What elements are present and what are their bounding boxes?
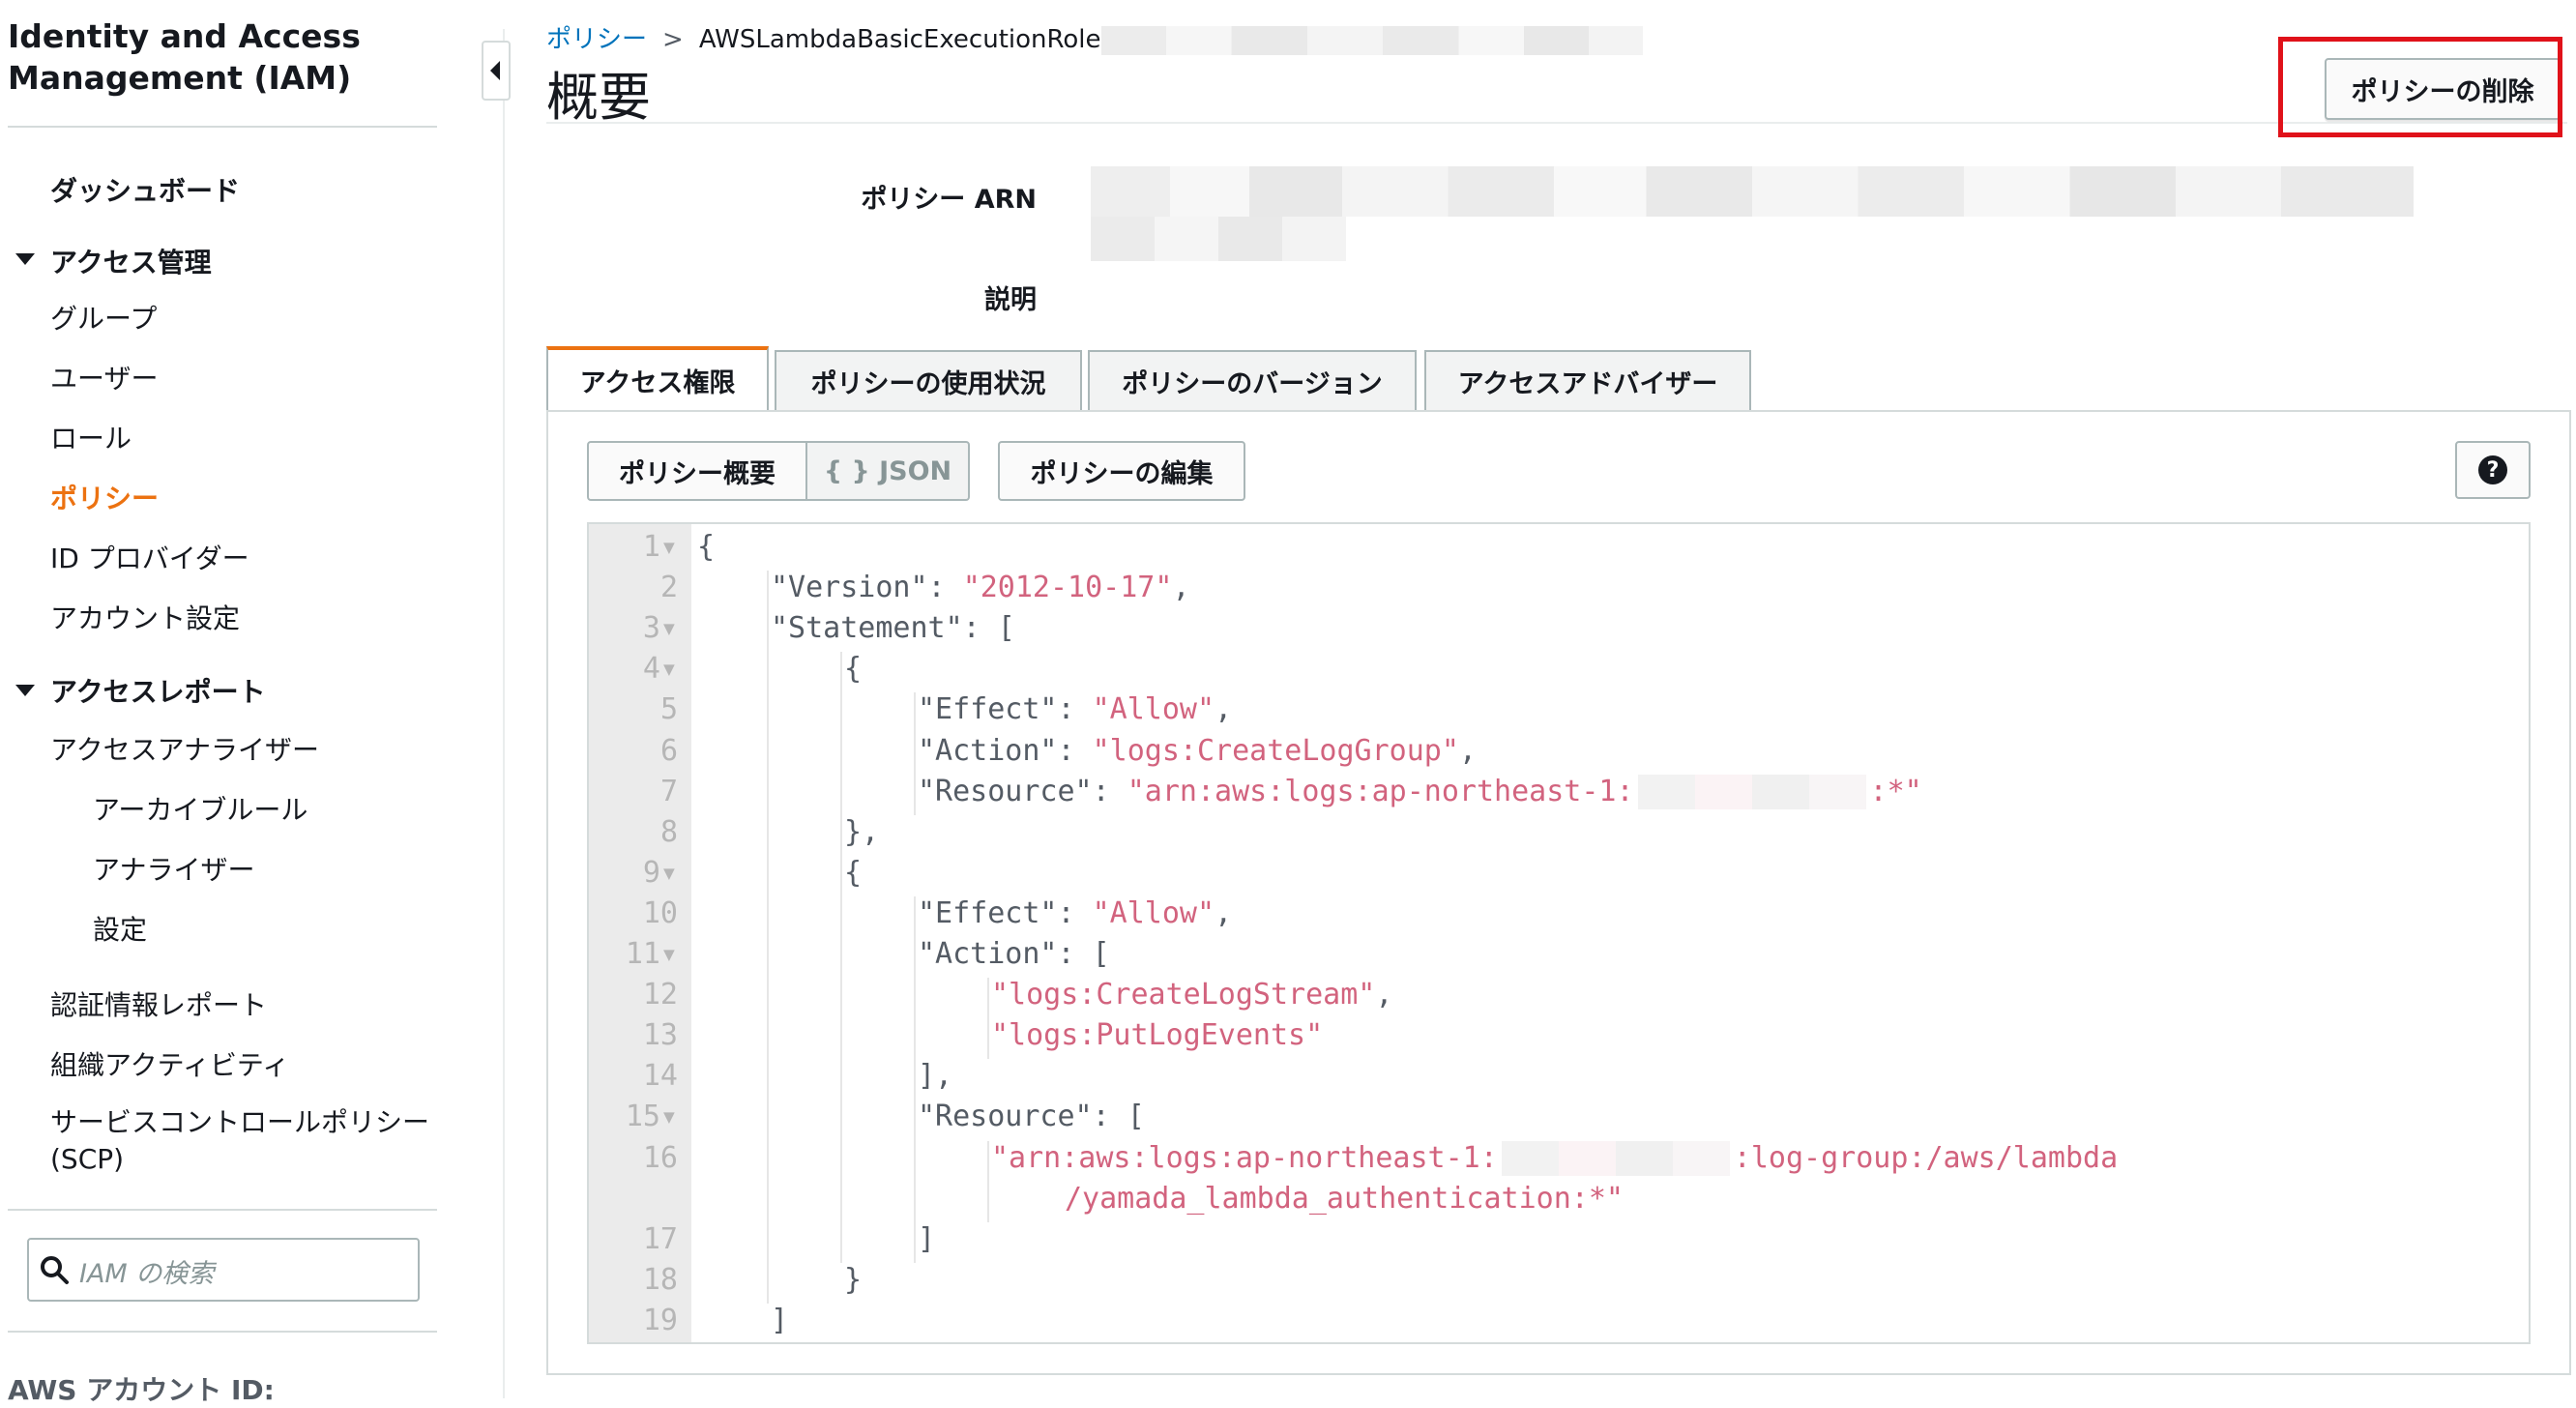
line-number: 13 [642,1018,678,1053]
line-number: 19 [642,1303,678,1337]
line-number: 10 [642,895,678,930]
indent-guide [767,571,769,1304]
policy-arn-label: ポリシー ARN [861,185,1037,215]
sidebar-item-dashboard[interactable]: ダッシュボード [50,170,240,209]
json-editor[interactable]: 1▾ 2 3▾ 4▾ 5 6 7 8 9▾ 10 11▾ 12 13 14 15▾ 16 1… [587,522,2531,1344]
policy-arn-value-redacted-line2 [1091,217,1346,261]
search-icon [41,1256,69,1284]
sidebar-title[interactable]: Identity and Access Management (IAM) [8,15,361,99]
sidebar-divider [8,1331,437,1333]
sidebar-item-credential-report[interactable]: 認証情報レポート [50,984,267,1023]
redacted-account-id [1501,1141,1730,1176]
indent-guide [987,978,989,1060]
code-line: "Effect": "Allow", [918,895,1233,930]
sidebar-item-archive-rules[interactable]: アーカイブルール [93,789,307,828]
sidebar: Identity and Access Management (IAM) ダッシ… [0,0,503,1406]
line-number: 6 [659,733,678,768]
policy-arn-value-redacted [1091,166,2414,217]
line-number: 11▾ [625,937,678,971]
sidebar-item-policies[interactable]: ポリシー [50,478,159,516]
code-line: { [844,855,863,890]
line-number: 3▾ [642,611,678,646]
search-placeholder: IAM の検索 [79,1259,215,1289]
code-line: "Action": [ [918,937,1110,971]
breadcrumb-current: AWSLambdaBasicExecutionRole [698,25,1101,54]
indent-guide [914,895,916,1263]
line-number: 8 [659,814,678,849]
sidebar-divider [8,1209,437,1211]
sidebar-item-users[interactable]: ユーザー [50,358,158,396]
line-number: 2 [659,571,678,605]
indent-guide [987,1140,989,1222]
caret-down-icon[interactable] [15,685,35,696]
code-line: "Version": "2012-10-17", [771,571,1190,605]
sidebar-item-settings[interactable]: 設定 [93,909,147,948]
code-line: }, [844,814,880,849]
sidebar-item-id-providers[interactable]: ID プロバイダー [50,538,249,576]
code-line: /yamada_lambda_authentication:*" [1065,1181,1624,1216]
tab-policy-versions[interactable]: ポリシーのバージョン [1088,350,1417,410]
code-line: ], [918,1059,953,1094]
indent-guide [914,692,916,815]
line-number: 18 [642,1262,678,1297]
line-number: 17 [642,1221,678,1256]
sidebar-item-analyzers[interactable]: アナライザー [93,849,254,888]
json-button[interactable]: { } JSON [805,441,970,501]
sidebar-section-access-reports[interactable]: アクセスレポート [50,671,266,710]
code-line: } [844,1262,863,1297]
edit-policy-button[interactable]: ポリシーの編集 [998,441,1245,501]
sidebar-divider [8,126,437,128]
caret-down-icon[interactable] [15,253,35,265]
line-number: 7 [659,774,678,808]
redacted-block [1100,25,1643,55]
sidebar-item-org-activity[interactable]: 組織アクティビティ [50,1044,289,1083]
tab-access-advisor[interactable]: アクセスアドバイザー [1424,350,1751,410]
collapse-sidebar-button[interactable] [482,41,511,101]
account-id-label: AWS アカウント ID: [8,1374,275,1406]
sidebar-item-roles[interactable]: ロール [50,418,132,456]
code-line: "logs:CreateLogStream", [991,978,1393,1012]
breadcrumb-separator: > [662,25,684,54]
line-number: 9▾ [642,855,678,890]
sidebar-item-scp[interactable]: サービスコントロールポリシー (SCP) [50,1104,429,1178]
code-line: ] [918,1221,936,1256]
breadcrumb: ポリシー > AWSLambdaBasicExecutionRole [546,19,1643,55]
header-divider [546,122,2567,124]
code-line: "logs:PutLogEvents" [991,1018,1324,1053]
policy-summary-button[interactable]: ポリシー概要 [587,441,807,501]
search-input[interactable]: IAM の検索 [27,1238,420,1302]
tab-policy-usage[interactable]: ポリシーの使用状況 [775,350,1082,410]
highlight-box [2278,37,2562,137]
indent-guide [840,652,842,1263]
sidebar-item-groups[interactable]: グループ [50,298,157,337]
code-line: "Resource": "arn:aws:logs:ap-northeast-1… [918,774,1922,810]
line-number: 16 [642,1140,678,1175]
line-number: 4▾ [642,652,678,687]
code-line: "Action": "logs:CreateLogGroup", [918,733,1477,768]
redacted-account-id [1637,775,1866,810]
sidebar-border [503,29,505,1398]
code-line: ] [771,1303,789,1337]
line-number: 12 [642,978,678,1012]
breadcrumb-policies-link[interactable]: ポリシー [546,25,647,54]
line-number: 14 [642,1059,678,1094]
code-line: "Effect": "Allow", [918,692,1233,727]
line-number: 1▾ [642,530,678,564]
help-icon: ? [2478,455,2507,484]
code-line: "arn:aws:logs:ap-northeast-1::log-group:… [991,1140,2119,1176]
sidebar-item-access-analyzer[interactable]: アクセスアナライザー [50,729,319,768]
code-line: { [697,530,716,564]
page-title: 概要 [546,67,651,128]
line-number-gutter: 1▾ 2 3▾ 4▾ 5 6 7 8 9▾ 10 11▾ 12 13 14 15▾ 16 1… [589,524,691,1342]
tab-permissions[interactable]: アクセス権限 [546,346,769,410]
help-button[interactable]: ? [2455,441,2531,499]
line-number: 15▾ [625,1100,678,1134]
sidebar-item-account-settings[interactable]: アカウント設定 [50,598,240,636]
code-line: { [844,652,863,687]
code-line: "Resource": [ [918,1100,1145,1134]
line-number: 5 [659,692,678,727]
description-label: 説明 [984,285,1037,315]
sidebar-section-access-management[interactable]: アクセス管理 [50,242,212,280]
code-line: "Statement": [ [771,611,1015,646]
